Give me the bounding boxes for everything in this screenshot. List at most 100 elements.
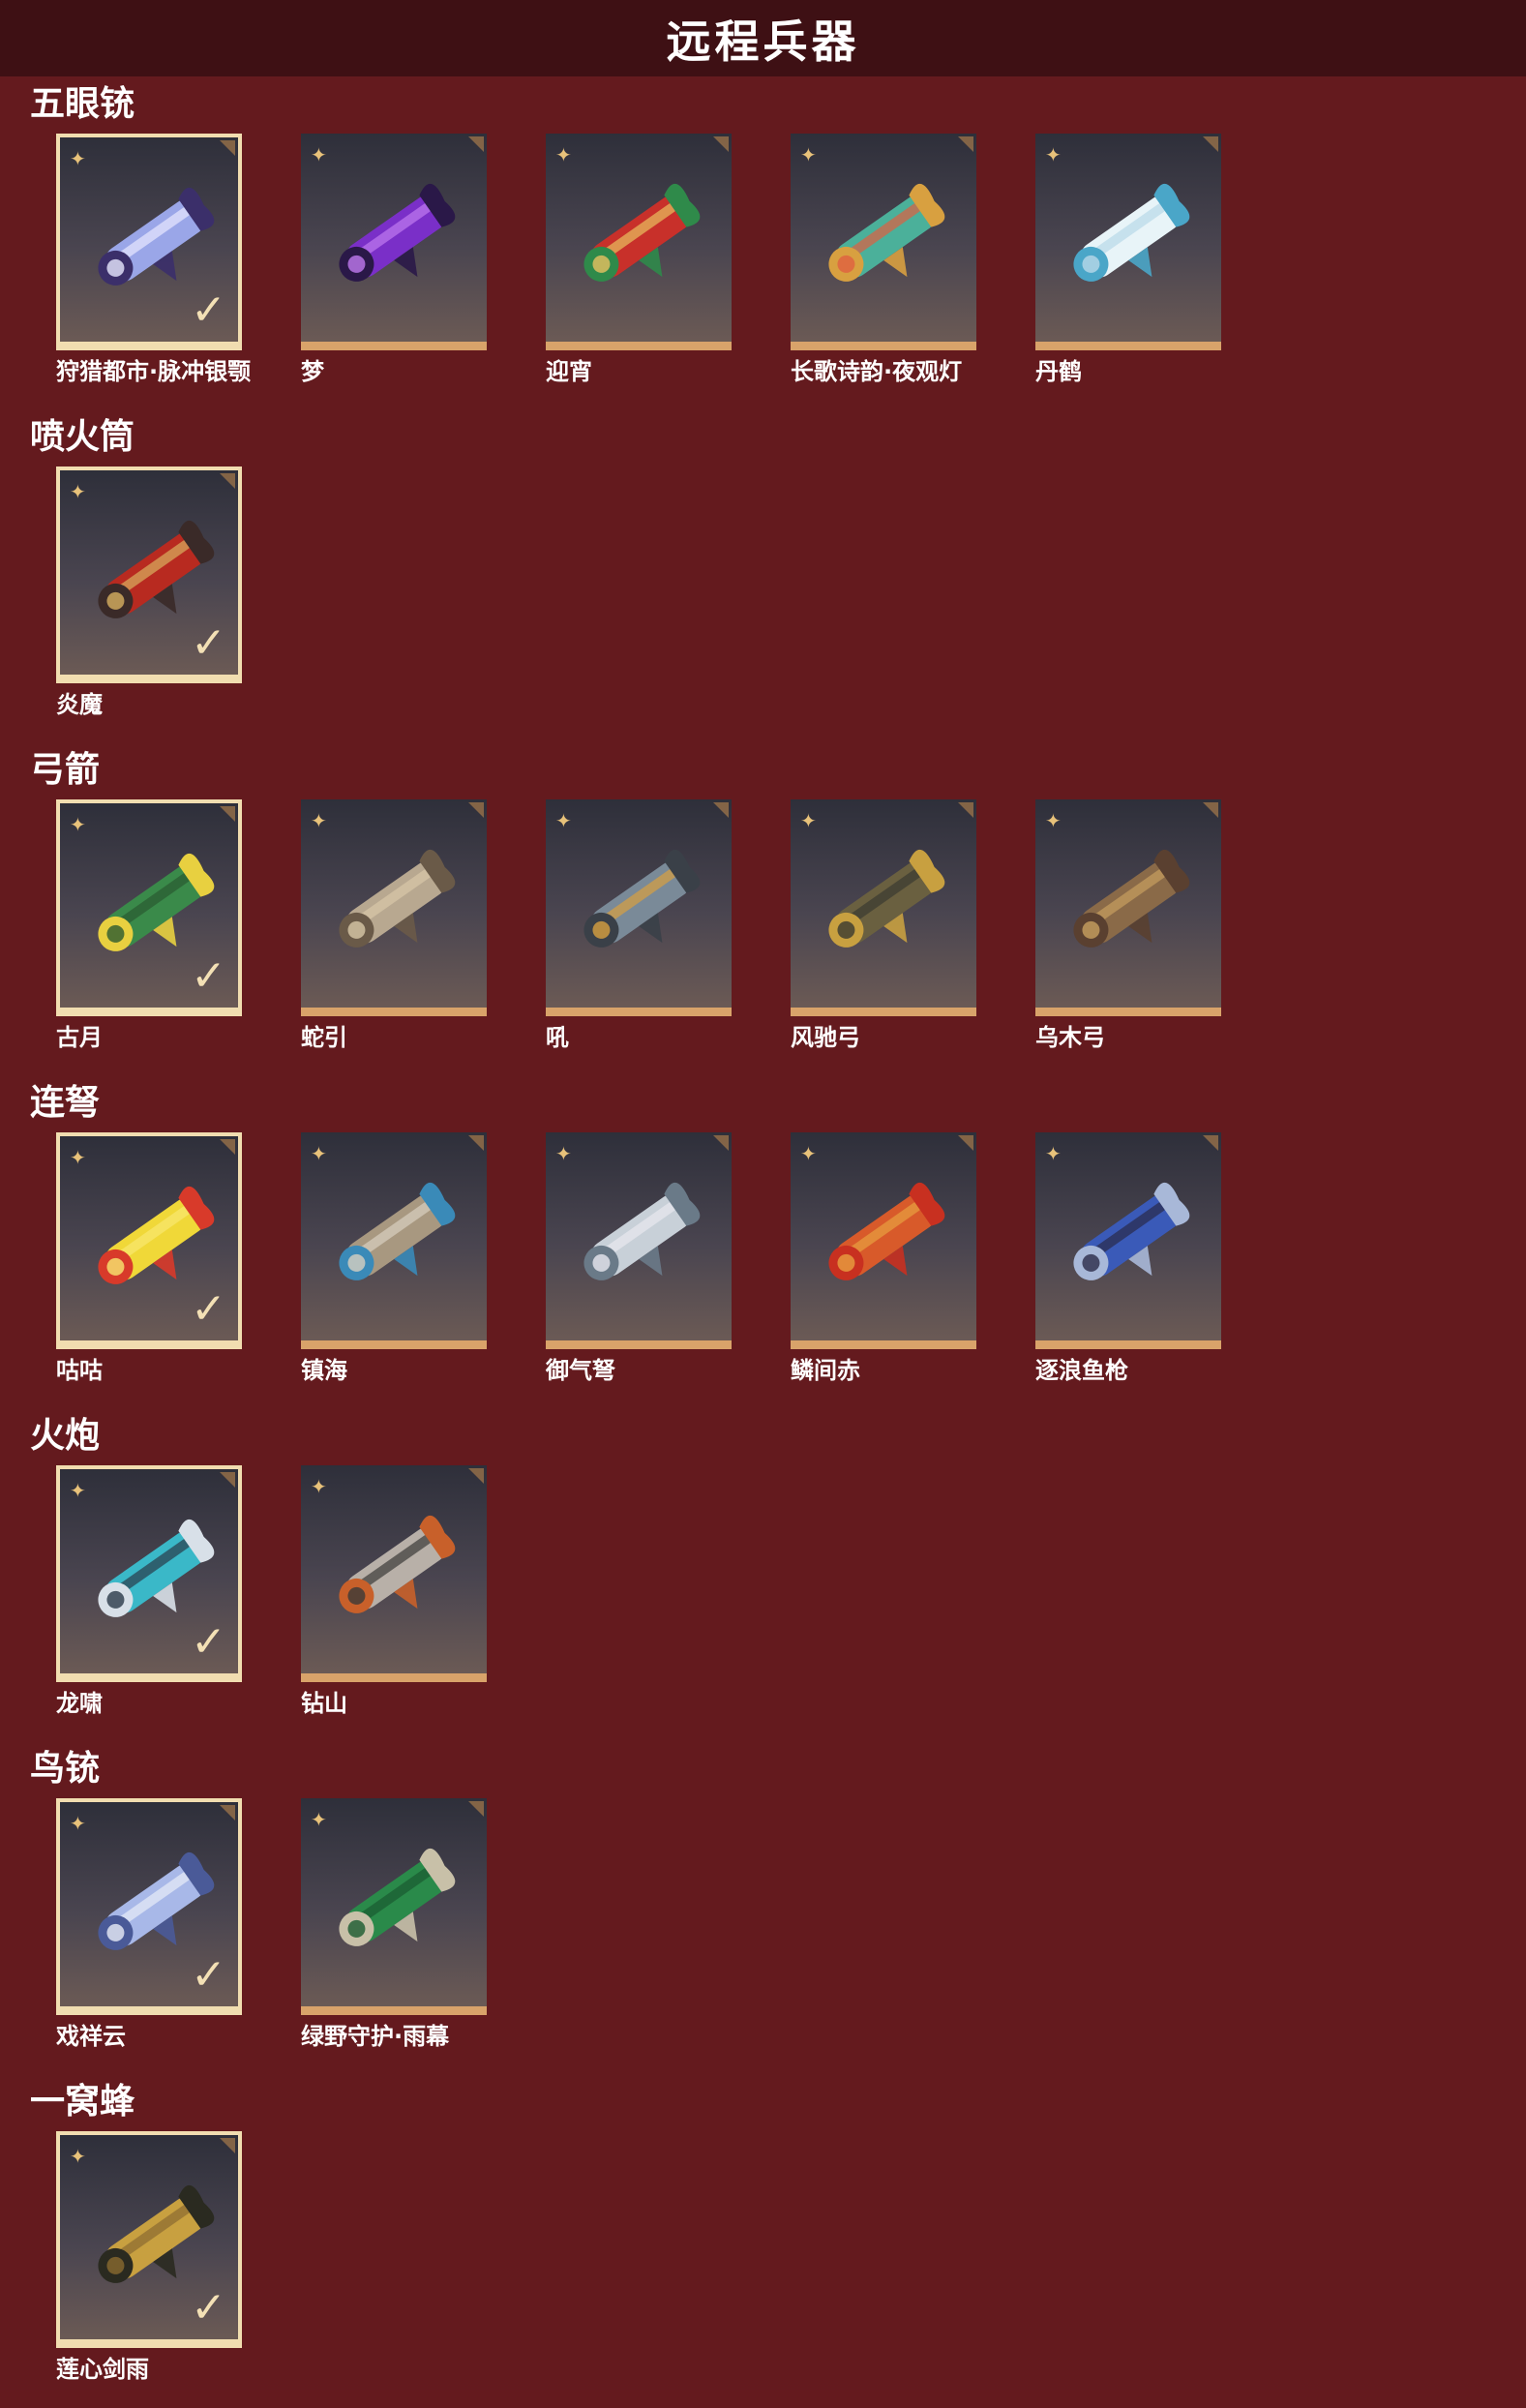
- page-title: 远程兵器: [666, 15, 860, 68]
- corner-tag-icon: [1203, 136, 1218, 152]
- corner-tag-icon: [468, 1135, 484, 1151]
- weapon-thumbnail[interactable]: ✦ ✓: [56, 1798, 242, 2015]
- corner-tag-icon: [220, 140, 235, 156]
- weapon-card[interactable]: ✦ ✓ 龙啸: [56, 1465, 246, 1717]
- corner-tag-icon: [220, 806, 235, 822]
- weapon-thumbnail[interactable]: ✦ ✓: [56, 1132, 242, 1349]
- weapon-card[interactable]: ✦ ✓ 咕咕: [56, 1132, 246, 1384]
- weapon-name: 乌木弓: [1035, 1024, 1105, 1051]
- weapon-thumbnail[interactable]: ✦: [1035, 1132, 1221, 1349]
- weapon-card[interactable]: ✦ 钻山: [301, 1465, 491, 1717]
- bow-weapon-icon: [812, 825, 957, 979]
- section-title: 一窝蜂: [30, 2082, 135, 2122]
- weapon-name: 莲心剑雨: [56, 2356, 149, 2383]
- crossbow-weapon-icon: [812, 1158, 957, 1312]
- blunderbuss-weapon-icon: [812, 159, 957, 314]
- corner-tag-icon: [220, 1472, 235, 1488]
- bow-weapon-icon: [322, 825, 467, 979]
- weapon-thumbnail[interactable]: ✦ ✓: [56, 2131, 242, 2348]
- checkmark-icon: ✓: [191, 951, 226, 1001]
- weapon-thumbnail[interactable]: ✦ ✓: [56, 1465, 242, 1682]
- weapon-thumbnail[interactable]: ✦: [546, 134, 732, 350]
- weapon-thumbnail[interactable]: ✦: [1035, 134, 1221, 350]
- weapon-card[interactable]: ✦ ✓ 狩猎都市·脉冲银颚: [56, 134, 251, 385]
- corner-tag-icon: [713, 802, 729, 818]
- weapon-thumbnail[interactable]: ✦: [791, 1132, 976, 1349]
- weapon-thumbnail[interactable]: ✦: [301, 1465, 487, 1682]
- corner-tag-icon: [468, 136, 484, 152]
- corner-tag-icon: [220, 473, 235, 489]
- weapon-thumbnail[interactable]: ✦ ✓: [56, 799, 242, 1016]
- weapon-card[interactable]: ✦ ✓ 戏祥云: [56, 1798, 246, 2050]
- weapon-thumbnail[interactable]: ✦: [1035, 799, 1221, 1016]
- weapon-card[interactable]: ✦ ✓ 炎魔: [56, 467, 246, 718]
- crossbow-weapon-icon: [322, 1158, 467, 1312]
- weapon-thumbnail[interactable]: ✦ ✓: [56, 134, 242, 350]
- crossbow-weapon-icon: [567, 1158, 712, 1312]
- weapon-card[interactable]: ✦ 御气弩: [546, 1132, 735, 1384]
- weapon-name: 龙啸: [56, 1690, 103, 1717]
- weapon-thumbnail[interactable]: ✦: [301, 1132, 487, 1349]
- weapon-thumbnail[interactable]: ✦: [791, 799, 976, 1016]
- weapon-card[interactable]: ✦ 丹鹤: [1035, 134, 1225, 385]
- corner-tag-icon: [1203, 1135, 1218, 1151]
- section-title: 弓箭: [30, 750, 101, 790]
- blunderbuss-weapon-icon: [1057, 159, 1202, 314]
- weapon-name: 风驰弓: [791, 1024, 860, 1051]
- blunderbuss-weapon-icon: [322, 159, 467, 314]
- corner-tag-icon: [958, 136, 973, 152]
- corner-tag-icon: [1203, 802, 1218, 818]
- weapon-thumbnail[interactable]: ✦: [301, 134, 487, 350]
- weapon-card[interactable]: ✦ 绿野守护·雨幕: [301, 1798, 491, 2050]
- section-title: 连弩: [30, 1083, 101, 1123]
- weapon-name: 钻山: [301, 1690, 347, 1717]
- section-title: 火炮: [30, 1416, 101, 1456]
- weapon-card[interactable]: ✦ 梦: [301, 134, 491, 385]
- weapon-card[interactable]: ✦ 蛇引: [301, 799, 491, 1051]
- checkmark-icon: ✓: [191, 618, 226, 668]
- corner-tag-icon: [958, 1135, 973, 1151]
- checkmark-icon: ✓: [191, 286, 226, 335]
- weapon-name: 咕咕: [56, 1357, 103, 1384]
- corner-tag-icon: [468, 1801, 484, 1817]
- bow-weapon-icon: [1057, 825, 1202, 979]
- weapon-thumbnail[interactable]: ✦: [301, 799, 487, 1016]
- weapon-card[interactable]: ✦ 风驰弓: [791, 799, 980, 1051]
- weapon-card[interactable]: ✦ 长歌诗韵·夜观灯: [791, 134, 980, 385]
- weapon-card[interactable]: ✦ 镇海: [301, 1132, 491, 1384]
- corner-tag-icon: [468, 1468, 484, 1484]
- weapon-card[interactable]: ✦ 逐浪鱼枪: [1035, 1132, 1225, 1384]
- section-title: 鸟铳: [30, 1749, 101, 1789]
- weapon-thumbnail[interactable]: ✦: [791, 134, 976, 350]
- weapon-name: 绿野守护·雨幕: [301, 2023, 450, 2050]
- weapon-card[interactable]: ✦ 迎宵: [546, 134, 735, 385]
- musket-weapon-icon: [322, 1823, 467, 1978]
- corner-tag-icon: [220, 1805, 235, 1821]
- weapon-card[interactable]: ✦ 吼: [546, 799, 735, 1051]
- corner-tag-icon: [220, 2138, 235, 2153]
- weapon-name: 丹鹤: [1035, 358, 1082, 385]
- checkmark-icon: ✓: [191, 1284, 226, 1334]
- checkmark-icon: ✓: [191, 2283, 226, 2333]
- weapon-name: 梦: [301, 358, 324, 385]
- weapon-thumbnail[interactable]: ✦: [546, 799, 732, 1016]
- weapon-card[interactable]: ✦ ✓ 古月: [56, 799, 246, 1051]
- weapon-name: 鳞间赤: [791, 1357, 860, 1384]
- weapon-card[interactable]: ✦ 乌木弓: [1035, 799, 1225, 1051]
- section-title: 喷火筒: [30, 417, 135, 457]
- weapon-name: 镇海: [301, 1357, 347, 1384]
- weapon-name: 吼: [546, 1024, 569, 1051]
- weapon-name: 狩猎都市·脉冲银颚: [56, 358, 252, 385]
- weapon-card[interactable]: ✦ 鳞间赤: [791, 1132, 980, 1384]
- weapon-name: 迎宵: [546, 358, 592, 385]
- weapon-thumbnail[interactable]: ✦: [546, 1132, 732, 1349]
- weapon-thumbnail[interactable]: ✦ ✓: [56, 467, 242, 683]
- cannon-weapon-icon: [322, 1490, 467, 1645]
- weapon-name: 长歌诗韵·夜观灯: [791, 358, 963, 385]
- checkmark-icon: ✓: [191, 1950, 226, 2000]
- bow-weapon-icon: [567, 825, 712, 979]
- crossbow-weapon-icon: [1057, 1158, 1202, 1312]
- checkmark-icon: ✓: [191, 1617, 226, 1667]
- weapon-card[interactable]: ✦ ✓ 莲心剑雨: [56, 2131, 246, 2383]
- weapon-thumbnail[interactable]: ✦: [301, 1798, 487, 2015]
